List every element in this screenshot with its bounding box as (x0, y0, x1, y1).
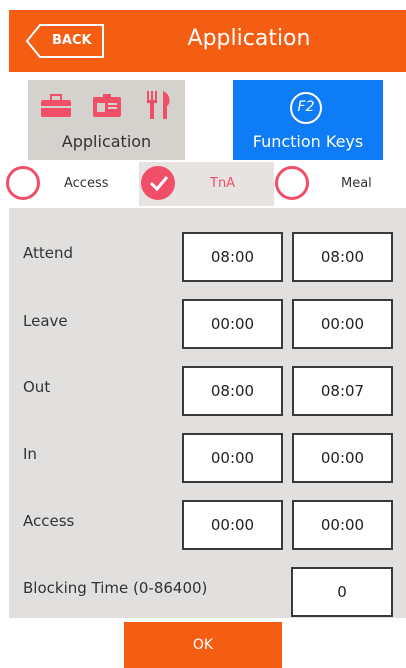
row-label-attend: Attend (23, 244, 74, 262)
radio-tna-label: TnA (210, 176, 236, 191)
radio-meal[interactable] (275, 166, 309, 200)
page-title: Application (187, 26, 311, 51)
back-label: BACK (52, 33, 92, 48)
mode-selector: Access TnA Meal (0, 162, 406, 206)
in-end-field[interactable]: 00:00 (292, 433, 393, 483)
ok-button[interactable]: OK (124, 622, 282, 668)
row-label-leave: Leave (23, 312, 68, 330)
access-end-field[interactable]: 00:00 (292, 500, 393, 550)
fork-knife-icon (147, 91, 170, 119)
function-key-badge: F2 (297, 99, 315, 115)
radio-access-label: Access (64, 176, 109, 191)
access-start-field[interactable]: 00:00 (182, 500, 283, 550)
leave-end-field[interactable]: 00:00 (292, 299, 393, 349)
title-bar: BACK Application (9, 10, 406, 72)
blocking-time-label: Blocking Time (0-86400) (23, 579, 208, 597)
checkmark-icon (149, 176, 169, 191)
out-start-field[interactable]: 08:00 (182, 366, 283, 416)
attend-end-field[interactable]: 08:00 (292, 232, 393, 282)
radio-access[interactable] (6, 166, 40, 200)
row-label-out: Out (23, 378, 51, 396)
radio-tna[interactable] (141, 166, 175, 200)
leave-start-field[interactable]: 00:00 (182, 299, 283, 349)
radio-meal-label: Meal (341, 176, 372, 191)
blocking-time-field[interactable]: 0 (291, 567, 393, 617)
settings-panel: Attend 08:00 08:00 Leave 00:00 00:00 Out… (9, 208, 406, 618)
in-start-field[interactable]: 00:00 (182, 433, 283, 483)
function-key-icon: F2 (290, 92, 322, 124)
row-label-access: Access (23, 512, 75, 530)
back-button[interactable]: BACK (26, 24, 105, 58)
row-label-in: In (23, 445, 37, 463)
attend-start-field[interactable]: 08:00 (182, 232, 283, 282)
briefcase-icon (41, 94, 71, 117)
tab-application[interactable]: Application (28, 80, 185, 160)
id-card-icon (93, 94, 121, 117)
tab-application-label: Application (61, 132, 152, 151)
tab-function-keys[interactable]: F2 Function Keys (233, 80, 383, 160)
out-end-field[interactable]: 08:07 (292, 366, 393, 416)
tab-function-keys-label: Function Keys (252, 132, 364, 151)
